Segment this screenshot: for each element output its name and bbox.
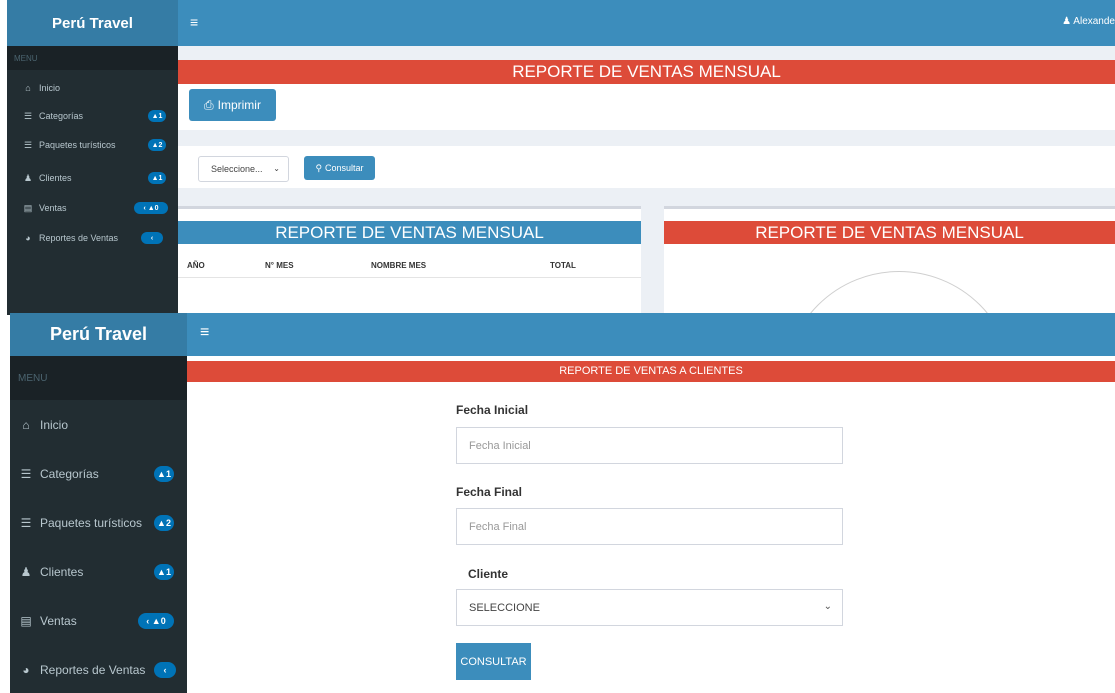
briefcase-icon: ▤ (20, 614, 32, 628)
sidebar-item-reportes[interactable]: ◕ Reportes de Ventas ‹ (7, 224, 178, 252)
list-icon: ☰ (20, 467, 32, 481)
sidebar-item-label: Categorías (40, 467, 99, 481)
sales-table-box: REPORTE DE VENTAS MENSUAL AÑO N° MES NOM… (178, 206, 641, 315)
list-icon: ☰ (23, 110, 33, 121)
sidebar-item-categorias[interactable]: ☰ Categorías ▲ 1 (7, 102, 178, 130)
chevron-left-icon: ‹ (141, 232, 163, 244)
users-icon: ♟ (20, 565, 32, 579)
pie-chart-icon: ◕ (25, 233, 31, 243)
table-divider (178, 277, 641, 278)
cliente-select-value: SELECCIONE (469, 602, 540, 614)
sidebar-item-label: Ventas (40, 614, 77, 628)
fecha-final-input[interactable]: Fecha Final (456, 508, 843, 545)
sidebar-item-reportes[interactable]: ◕ Reportes de Ventas ‹ (10, 646, 187, 693)
notification-badge: ▲ 2 (154, 515, 174, 531)
column-header: AÑO (187, 261, 205, 270)
sidebar-item-label: Clientes (39, 173, 72, 183)
month-select-value: Seleccione... (211, 164, 263, 174)
top-navbar (178, 0, 1115, 46)
table-title: REPORTE DE VENTAS MENSUAL (178, 221, 641, 244)
search-icon: ⚲ (315, 162, 323, 173)
sidebar-item-paquetes[interactable]: ☰ Paquetes turísticos ▲ 2 (10, 499, 187, 547)
brand-logo[interactable]: Perú Travel (10, 313, 187, 356)
bars-icon[interactable]: ≡ (190, 14, 198, 30)
sidebar-item-label: Reportes de Ventas (39, 233, 119, 243)
column-header: NOMBRE MES (371, 261, 427, 270)
sidebar-item-ventas[interactable]: ▤ Ventas ‹ ▲ 0 (7, 194, 178, 222)
sidebar-item-label: Paquetes turísticos (40, 516, 143, 530)
top-navbar (187, 313, 1115, 356)
fecha-final-label: Fecha Final (456, 485, 523, 499)
consult-button[interactable]: ⚲ Consultar (304, 156, 375, 180)
notification-badge: ▲ 1 (154, 564, 174, 580)
list-icon: ☰ (23, 139, 33, 150)
notification-badge: ‹ ▲ 0 (138, 613, 174, 629)
home-icon: ⌂ (25, 83, 31, 93)
sidebar-item-paquetes[interactable]: ☰ Paquetes turísticos ▲ 2 (7, 131, 178, 159)
column-header: TOTAL (550, 261, 576, 270)
sidebar-item-inicio[interactable]: ⌂ Inicio (10, 401, 187, 449)
consult-button[interactable]: CONSULTAR (456, 643, 531, 680)
notification-badge: ▲ 1 (148, 172, 166, 184)
client-sales-report-screen: Perú Travel ≡ MENU ⌂ Inicio ☰ Categorías… (10, 313, 1115, 693)
sidebar-item-label: Inicio (39, 83, 61, 93)
sidebar-item-label: Categorías (39, 111, 84, 121)
chart-title: REPORTE DE VENTAS MENSUAL (664, 221, 1115, 244)
menu-header: MENU (7, 46, 178, 70)
sidebar-item-label: Ventas (39, 203, 67, 213)
sidebar-item-categorias[interactable]: ☰ Categorías ▲ 1 (10, 450, 187, 498)
home-icon: ⌂ (22, 418, 30, 432)
sidebar-item-label: Paquetes turísticos (39, 140, 116, 150)
notification-badge: ‹ ▲ 0 (134, 202, 168, 214)
briefcase-icon: ▤ (23, 202, 33, 213)
consult-button-label: Consultar (325, 163, 364, 173)
pie-chart (784, 271, 1014, 315)
sales-chart-box: REPORTE DE VENTAS MENSUAL (664, 206, 1115, 315)
notification-badge: ▲ 1 (154, 466, 174, 482)
bars-icon[interactable]: ≡ (200, 324, 209, 342)
users-icon: ♟ (23, 172, 33, 183)
sidebar-item-clientes[interactable]: ♟ Clientes ▲ 1 (10, 548, 187, 596)
notification-badge: ▲ 1 (148, 110, 166, 122)
chevron-down-icon: ⌄ (273, 164, 280, 173)
pie-chart-icon: ◕ (22, 663, 30, 677)
notification-badge: ▲ 2 (148, 139, 166, 151)
sidebar-item-label: Inicio (40, 418, 69, 432)
cliente-select[interactable]: SELECCIONE ⌄ (456, 589, 843, 626)
print-panel (178, 84, 1115, 130)
cliente-label: Cliente (468, 567, 509, 581)
user-name: Alexande (1073, 16, 1115, 27)
fecha-inicial-input[interactable]: Fecha Inicial (456, 427, 843, 464)
print-button-label: Imprimir (217, 98, 261, 112)
sidebar-item-label: Reportes de Ventas (40, 663, 146, 677)
column-header: N° MES (265, 261, 294, 270)
printer-icon: ⎙ (204, 97, 214, 112)
list-icon: ☰ (20, 516, 32, 530)
brand-logo[interactable]: Perú Travel (7, 0, 178, 46)
print-button[interactable]: ⎙ Imprimir (189, 89, 276, 121)
menu-header: MENU (10, 356, 187, 400)
sidebar-item-label: Clientes (40, 565, 84, 579)
chevron-down-icon: ⌄ (823, 601, 832, 612)
user-menu[interactable]: ♟ Alexande (1062, 16, 1115, 27)
user-icon: ♟ (1062, 16, 1072, 27)
chevron-left-icon: ‹ (154, 662, 176, 678)
fecha-inicial-label: Fecha Inicial (456, 403, 529, 417)
monthly-sales-report-screen: Perú Travel ≡ ♟ Alexande MENU ⌂ Inicio ☰… (7, 0, 1115, 315)
sidebar-item-inicio[interactable]: ⌂ Inicio (7, 74, 178, 102)
page-title: REPORTE DE VENTAS A CLIENTES (187, 361, 1115, 382)
sidebar-item-clientes[interactable]: ♟ Clientes ▲ 1 (7, 164, 178, 192)
month-select[interactable]: Seleccione... ⌄ (198, 156, 289, 182)
sidebar-item-ventas[interactable]: ▤ Ventas ‹ ▲ 0 (10, 597, 187, 645)
page-title: REPORTE DE VENTAS MENSUAL (178, 60, 1115, 84)
